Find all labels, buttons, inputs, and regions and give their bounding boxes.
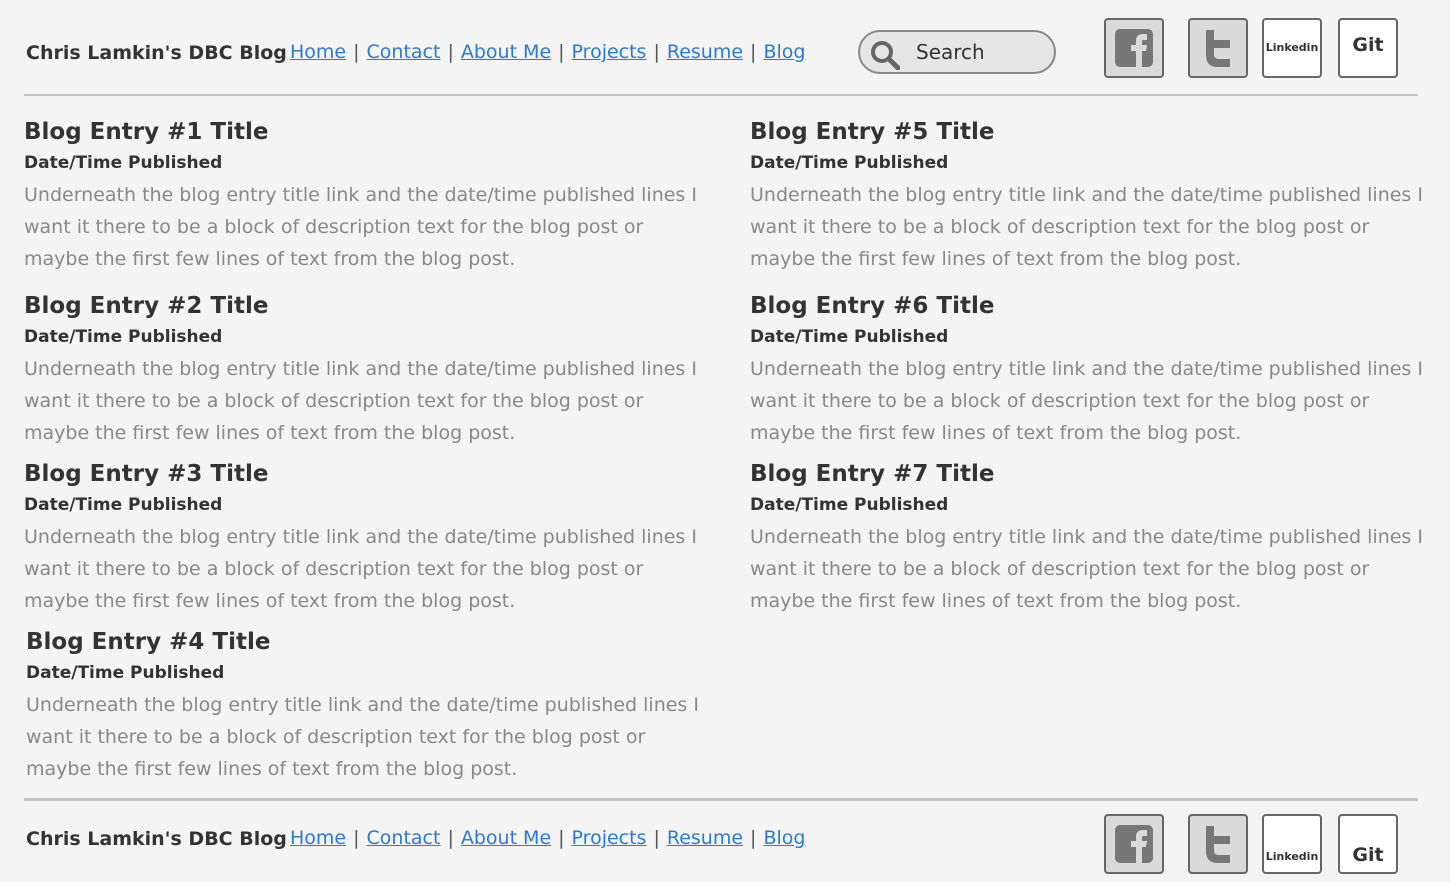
blog-entry: Blog Entry #1 Title Date/Time Published … bbox=[24, 118, 714, 275]
blog-entry: Blog Entry #3 Title Date/Time Published … bbox=[24, 460, 714, 617]
entry-description: Underneath the blog entry title link and… bbox=[24, 184, 697, 270]
nav-separator: | bbox=[558, 41, 565, 63]
nav-separator: | bbox=[750, 827, 757, 849]
header-divider bbox=[24, 94, 1418, 96]
entry-description: Underneath the blog entry title link and… bbox=[750, 184, 1423, 270]
nav-separator: | bbox=[653, 827, 660, 849]
entry-title[interactable]: Blog Entry #1 Title bbox=[24, 118, 714, 146]
header-nav: Home | Contact | About Me | Projects | Resume | Bl… bbox=[290, 41, 805, 63]
twitter-button[interactable] bbox=[1188, 18, 1248, 78]
header: Chris Lamkin's DBC Blog Home | Contact | Abo… bbox=[24, 18, 1424, 78]
entry-description: Underneath the blog entry title link and… bbox=[26, 694, 699, 780]
nav-contact-link[interactable]: Contact bbox=[367, 41, 441, 63]
entry-date: Date/Time Published bbox=[24, 495, 223, 515]
git-label: Git bbox=[1352, 34, 1384, 56]
entry-date: Date/Time Published bbox=[750, 495, 949, 515]
linkedin-button[interactable]: Linkedin bbox=[1262, 814, 1322, 874]
search-box[interactable]: Search bbox=[858, 30, 1056, 74]
footer-divider bbox=[24, 798, 1418, 801]
site-title: Chris Lamkin's DBC Blog bbox=[26, 42, 287, 64]
nav-separator: | bbox=[653, 41, 660, 63]
search-icon bbox=[870, 40, 901, 71]
entry-description: Underneath the blog entry title link and… bbox=[750, 358, 1423, 444]
nav-projects-link[interactable]: Projects bbox=[572, 41, 647, 63]
entry-date: Date/Time Published bbox=[24, 327, 223, 347]
entry-date: Date/Time Published bbox=[26, 663, 225, 683]
twitter-button[interactable] bbox=[1188, 814, 1248, 874]
nav-resume-link[interactable]: Resume bbox=[667, 827, 743, 849]
nav-separator: | bbox=[353, 41, 360, 63]
nav-separator: | bbox=[353, 827, 360, 849]
git-button[interactable]: Git bbox=[1338, 18, 1398, 78]
nav-blog-link[interactable]: Blog bbox=[763, 41, 805, 63]
entry-title[interactable]: Blog Entry #2 Title bbox=[24, 292, 714, 320]
entry-date: Date/Time Published bbox=[24, 153, 223, 173]
linkedin-label: Linkedin bbox=[1265, 850, 1319, 863]
nav-blog-link[interactable]: Blog bbox=[763, 827, 805, 849]
blog-entry: Blog Entry #2 Title Date/Time Published … bbox=[24, 292, 714, 449]
blog-entry: Blog Entry #6 Title Date/Time Published … bbox=[750, 292, 1440, 449]
footer-nav: Home | Contact | About Me | Projects | Resume | Bl… bbox=[290, 827, 805, 849]
nav-about-link[interactable]: About Me bbox=[461, 41, 551, 63]
nav-home-link[interactable]: Home bbox=[290, 827, 346, 849]
entry-title[interactable]: Blog Entry #3 Title bbox=[24, 460, 714, 488]
entry-date: Date/Time Published bbox=[750, 327, 949, 347]
nav-resume-link[interactable]: Resume bbox=[667, 41, 743, 63]
entry-title[interactable]: Blog Entry #4 Title bbox=[26, 628, 716, 656]
nav-separator: | bbox=[750, 41, 757, 63]
git-button[interactable]: Git bbox=[1338, 814, 1398, 874]
git-label: Git bbox=[1352, 844, 1384, 866]
entry-title[interactable]: Blog Entry #5 Title bbox=[750, 118, 1440, 146]
entry-description: Underneath the blog entry title link and… bbox=[750, 526, 1423, 612]
nav-projects-link[interactable]: Projects bbox=[572, 827, 647, 849]
facebook-button[interactable] bbox=[1104, 814, 1164, 874]
nav-separator: | bbox=[447, 827, 454, 849]
linkedin-label: Linkedin bbox=[1265, 41, 1319, 54]
blog-entry: Blog Entry #5 Title Date/Time Published … bbox=[750, 118, 1440, 275]
nav-home-link[interactable]: Home bbox=[290, 41, 346, 63]
nav-contact-link[interactable]: Contact bbox=[367, 827, 441, 849]
search-label: Search bbox=[916, 40, 985, 64]
page: Chris Lamkin's DBC Blog Home | Contact | Abo… bbox=[0, 0, 1450, 882]
footer-site-title: Chris Lamkin's DBC Blog bbox=[26, 828, 287, 850]
entry-title[interactable]: Blog Entry #6 Title bbox=[750, 292, 1440, 320]
blog-entry: Blog Entry #4 Title Date/Time Published … bbox=[26, 628, 716, 785]
facebook-button[interactable] bbox=[1104, 18, 1164, 78]
entry-date: Date/Time Published bbox=[750, 153, 949, 173]
footer: Chris Lamkin's DBC Blog Home | Contact | Abo… bbox=[24, 810, 1424, 874]
linkedin-button[interactable]: Linkedin bbox=[1262, 18, 1322, 78]
nav-separator: | bbox=[558, 827, 565, 849]
nav-separator: | bbox=[447, 41, 454, 63]
blog-entry: Blog Entry #7 Title Date/Time Published … bbox=[750, 460, 1440, 617]
entry-description: Underneath the blog entry title link and… bbox=[24, 526, 697, 612]
nav-about-link[interactable]: About Me bbox=[461, 827, 551, 849]
entry-description: Underneath the blog entry title link and… bbox=[24, 358, 697, 444]
entry-title[interactable]: Blog Entry #7 Title bbox=[750, 460, 1440, 488]
